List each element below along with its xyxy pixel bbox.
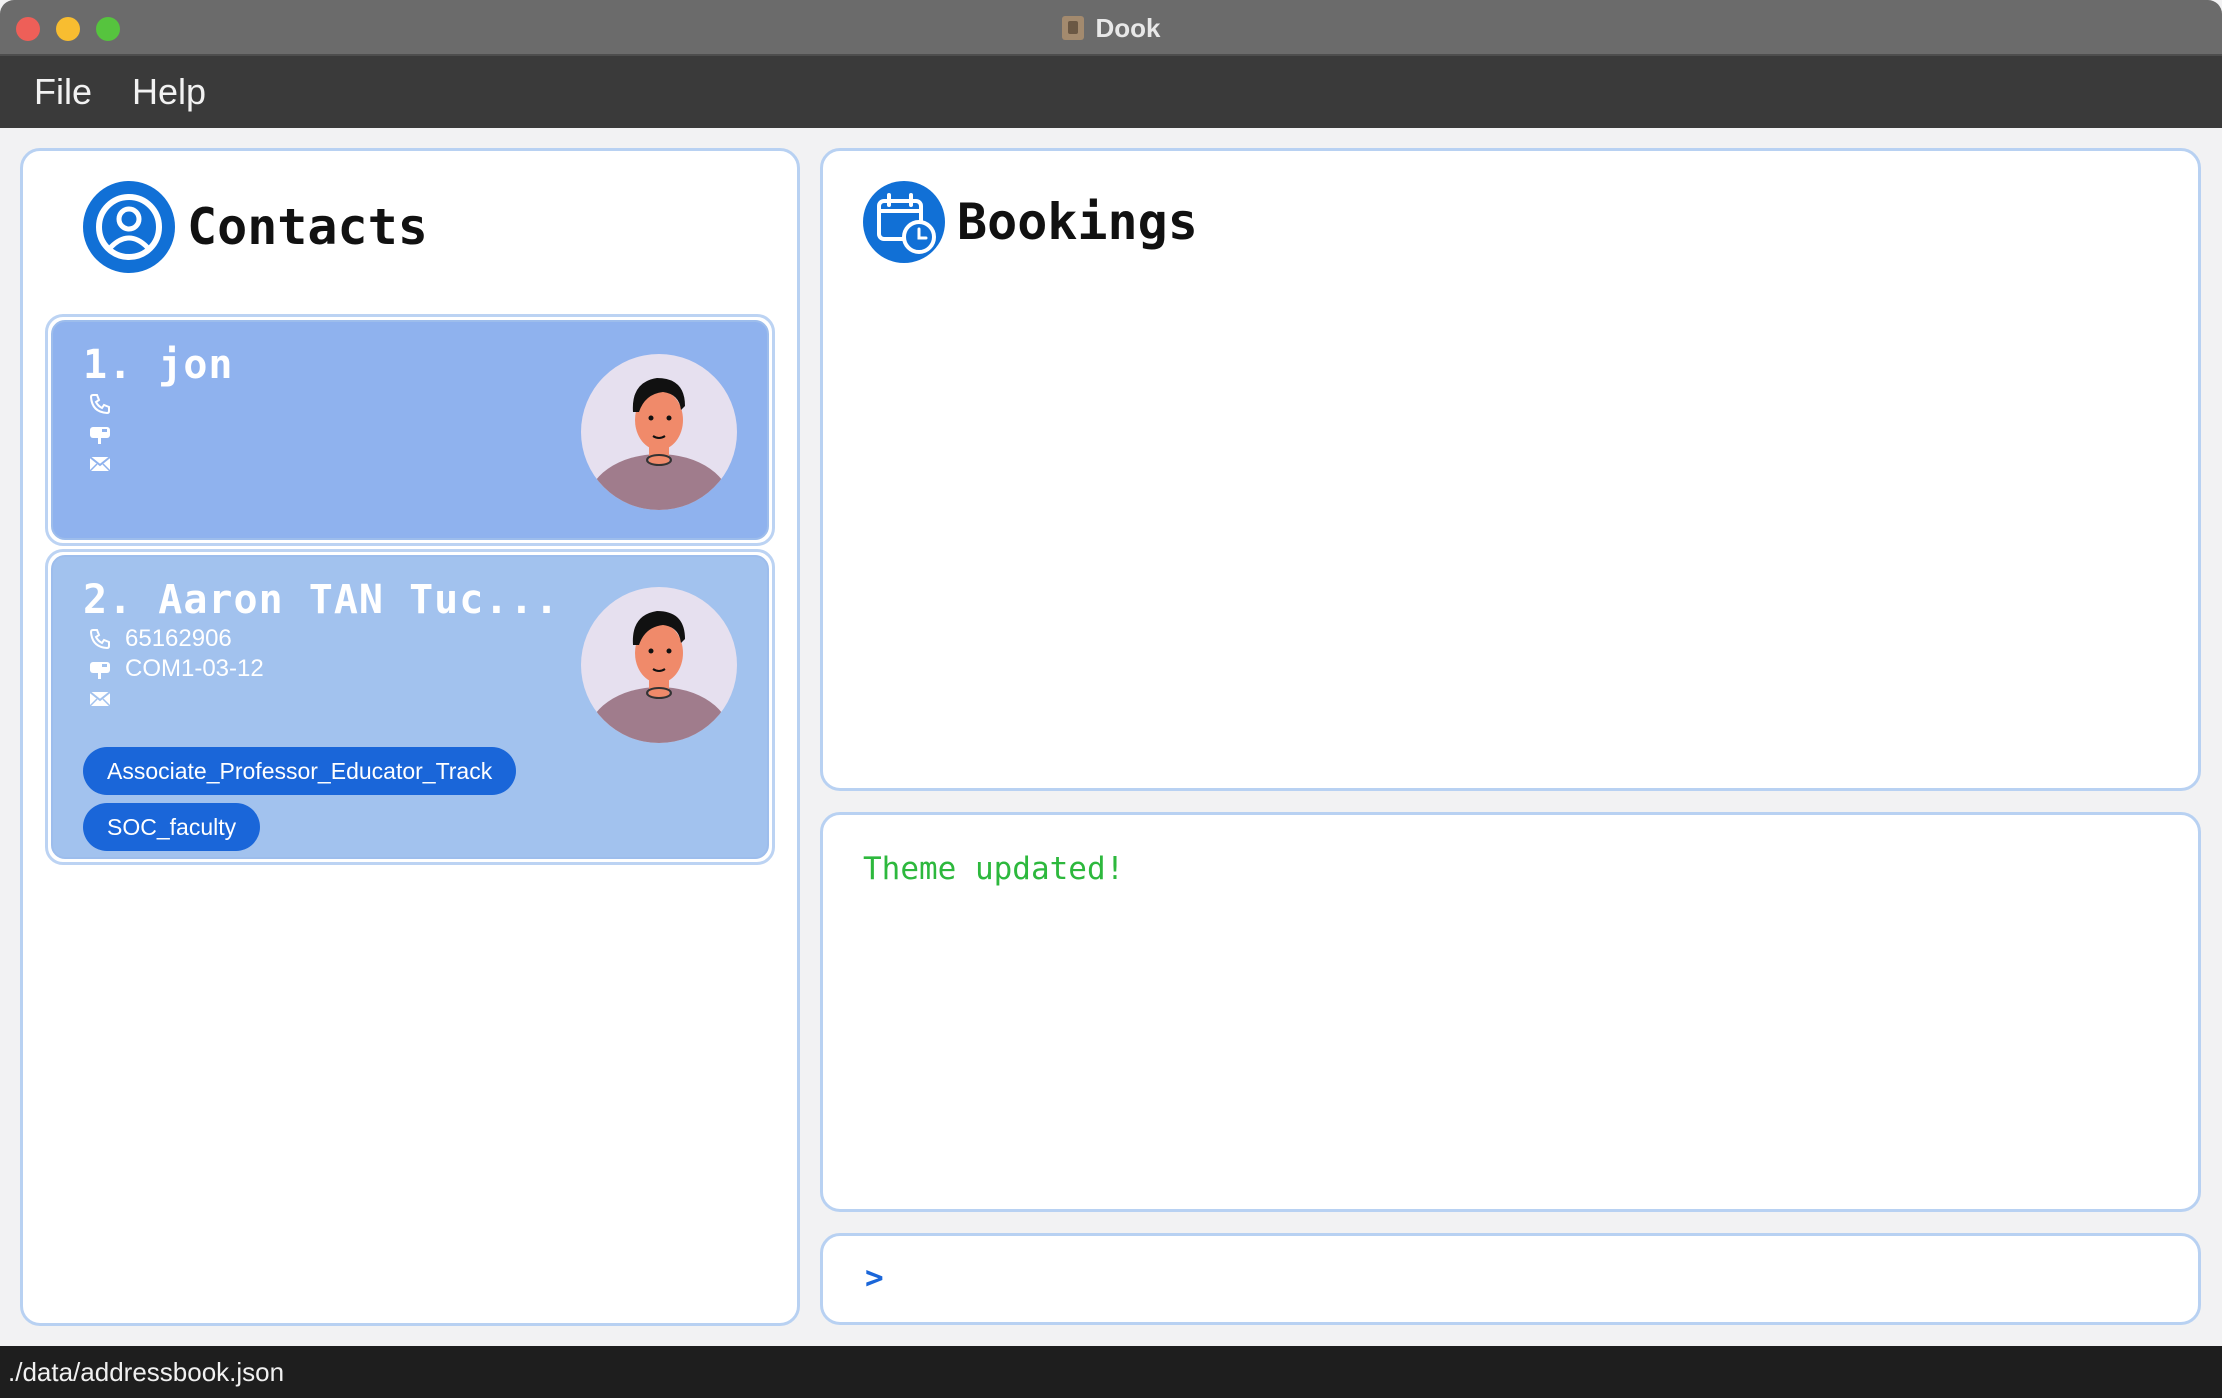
menu-bar: File Help [0, 56, 2222, 128]
avatar [581, 354, 737, 510]
user-circle-icon [83, 181, 175, 273]
window-title: Dook [1095, 12, 1161, 43]
avatar [581, 587, 737, 743]
contacts-panel: Contacts 1. jon 2. Aaron TAN Tuc... 6516… [20, 148, 800, 1326]
status-file-path: ./data/addressbook.json [8, 1356, 285, 1387]
tag-badge: SOC_faculty [83, 803, 261, 851]
result-display: Theme updated! [820, 812, 2201, 1212]
envelope-icon [87, 451, 113, 477]
result-message: Theme updated! [863, 851, 1125, 887]
mailbox-icon [87, 421, 113, 447]
contact-address-row: COM1-03-12 [87, 655, 264, 683]
title-bar: Dook [0, 0, 2222, 56]
contact-card-body: 2. Aaron TAN Tuc... 65162906 COM1-03-12 [51, 555, 769, 859]
bookings-title: Bookings [957, 193, 1198, 251]
tag-badge: Associate_Professor_Educator_Track [83, 747, 517, 795]
contact-card[interactable]: 2. Aaron TAN Tuc... 65162906 COM1-03-12 [45, 549, 775, 865]
window-title-group: Dook [0, 0, 2222, 56]
contact-phone-row: 65162906 [87, 625, 232, 653]
contact-email-row [87, 450, 125, 478]
contact-email-row [87, 685, 125, 713]
contacts-header: Contacts [83, 181, 428, 273]
contact-phone: 65162906 [125, 625, 232, 652]
contact-address-row [87, 420, 125, 448]
bookings-header: Bookings [863, 181, 1198, 263]
contact-card[interactable]: 1. jon [45, 314, 775, 546]
bookings-panel: Bookings [820, 148, 2201, 791]
status-bar: ./data/addressbook.json [0, 1346, 2222, 1398]
mailbox-icon [87, 656, 113, 682]
calendar-clock-icon [863, 181, 945, 263]
menu-help[interactable]: Help [132, 71, 206, 113]
contact-card-body: 1. jon [51, 320, 769, 540]
command-input[interactable] [903, 1250, 2163, 1310]
contact-address: COM1-03-12 [125, 655, 264, 682]
contact-name: 2. Aaron TAN Tuc... [83, 577, 560, 623]
app-icon [1061, 16, 1084, 40]
contacts-title: Contacts [187, 198, 428, 256]
phone-icon [87, 626, 113, 652]
envelope-icon [87, 686, 113, 712]
contact-name: 1. jon [83, 342, 234, 388]
phone-icon [87, 391, 113, 417]
contact-phone-row [87, 390, 125, 418]
command-box[interactable]: > [820, 1233, 2201, 1325]
menu-file[interactable]: File [34, 71, 92, 113]
command-prompt: > [865, 1260, 884, 1296]
